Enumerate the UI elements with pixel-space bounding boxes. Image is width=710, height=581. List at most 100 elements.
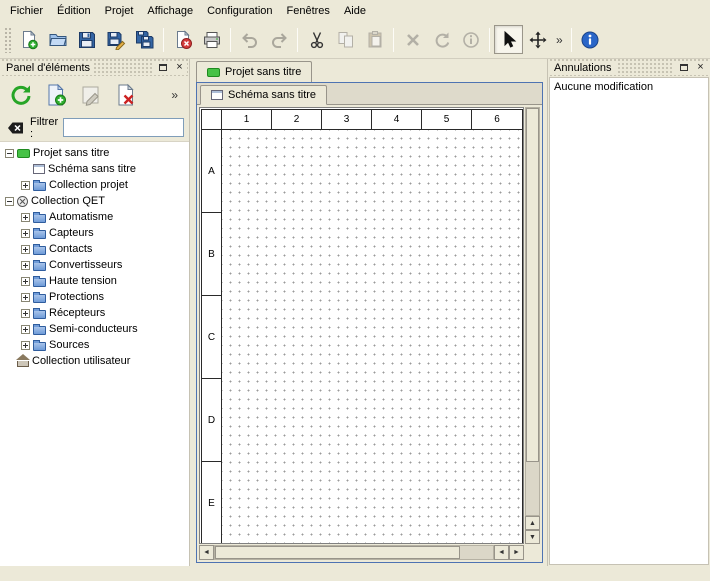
save-as-button[interactable] [101, 25, 130, 54]
filter-input[interactable] [63, 118, 184, 137]
tree-item-protections[interactable]: Protections [0, 289, 189, 305]
horizontal-scrollbar[interactable]: ◄ ◄ ► [199, 545, 524, 560]
expander-plus-icon[interactable] [21, 309, 30, 318]
scroll-down-button[interactable]: ▼ [525, 530, 540, 544]
horizontal-scroll-track[interactable] [214, 545, 494, 560]
toolbar-grip[interactable] [4, 27, 11, 53]
open-file-button[interactable] [43, 25, 72, 54]
close-panel-button[interactable]: × [172, 61, 187, 75]
toolbar-overflow-button[interactable]: » [552, 33, 567, 47]
select-tool-button[interactable] [494, 25, 523, 54]
expander-plus-icon[interactable] [21, 261, 30, 270]
project-tab[interactable]: Projet sans titre [196, 61, 312, 82]
qelectrotech-window: Fichier Édition Projet Affichage Configu… [0, 0, 710, 581]
delete-element-button[interactable] [112, 81, 140, 109]
menu-edition[interactable]: Édition [50, 2, 98, 20]
menu-aide[interactable]: Aide [337, 2, 373, 20]
tree-item-semi-conducteurs[interactable]: Semi-conducteurs [0, 321, 189, 337]
tree-item-schema[interactable]: Schéma sans titre [0, 161, 189, 177]
new-file-button[interactable] [14, 25, 43, 54]
element-panel-overflow-button[interactable]: » [167, 88, 182, 102]
expander-plus-icon[interactable] [21, 277, 30, 286]
new-element-button[interactable] [42, 81, 70, 109]
expander-plus-icon[interactable] [21, 325, 30, 334]
reload-collections-button[interactable] [7, 81, 35, 109]
expander-plus-icon[interactable] [21, 245, 30, 254]
undo-panel-header[interactable]: Annulations × [548, 59, 710, 76]
redo-button [264, 25, 293, 54]
pan-tool-button[interactable] [523, 25, 552, 54]
tree-item-contacts[interactable]: Contacts [0, 241, 189, 257]
tree-item-label: Projet sans titre [33, 147, 109, 159]
expander-plus-icon[interactable] [21, 181, 30, 190]
tree-item-convertisseurs[interactable]: Convertisseurs [0, 257, 189, 273]
close-file-button[interactable] [168, 25, 197, 54]
cut-button[interactable] [302, 25, 331, 54]
save-as-icon [106, 30, 126, 50]
project-icon [17, 149, 30, 158]
folder-icon [33, 246, 46, 255]
close-panel-button[interactable]: × [693, 61, 708, 75]
tree-item-project[interactable]: Projet sans titre [0, 145, 189, 161]
horizontal-scroll-thumb[interactable] [215, 546, 460, 559]
tree-item-automatisme[interactable]: Automatisme [0, 209, 189, 225]
expander-plus-icon[interactable] [21, 341, 30, 350]
menu-bar: Fichier Édition Projet Affichage Configu… [0, 0, 710, 21]
diagram-paper[interactable]: 1 2 3 4 5 6 A B C [201, 109, 523, 544]
menu-affichage[interactable]: Affichage [140, 2, 200, 20]
tree-item-recepteurs[interactable]: Récepteurs [0, 305, 189, 321]
diagram-canvas[interactable]: 1 2 3 4 5 6 A B C [199, 107, 524, 544]
vertical-scroll-thumb[interactable] [526, 108, 539, 462]
menu-fichier[interactable]: Fichier [3, 2, 50, 20]
expander-minus-icon[interactable] [5, 197, 14, 206]
column-header: 2 [272, 110, 322, 129]
expander-plus-icon[interactable] [21, 293, 30, 302]
row-header: B [202, 213, 221, 296]
menu-fenetres[interactable]: Fenêtres [280, 2, 337, 20]
toolbar-separator [297, 28, 298, 52]
undo-history-list[interactable]: Aucune modification [549, 77, 709, 565]
scroll-right-button[interactable]: ► [509, 545, 524, 560]
menu-configuration[interactable]: Configuration [200, 2, 279, 20]
home-icon [17, 361, 29, 367]
about-button[interactable] [576, 25, 605, 54]
scroll-left-button[interactable]: ◄ [199, 545, 214, 560]
move-arrows-icon [528, 30, 548, 50]
expander-plus-icon[interactable] [21, 229, 30, 238]
scroll-left-button-2[interactable]: ◄ [494, 545, 509, 560]
vertical-scrollbar[interactable]: ▲ ▼ [525, 107, 540, 544]
tree-item-collection-projet[interactable]: Collection projet [0, 177, 189, 193]
row-header-column: A B C D E [202, 130, 222, 544]
tree-item-haute-tension[interactable]: Haute tension [0, 273, 189, 289]
select-arrow-icon [499, 30, 519, 50]
tree-item-label: Automatisme [49, 211, 113, 223]
expander-minus-icon[interactable] [5, 149, 14, 158]
schema-tab[interactable]: Schéma sans titre [200, 85, 327, 105]
undo-panel-title: Annulations [550, 62, 616, 74]
save-all-button[interactable] [130, 25, 159, 54]
tree-item-label: Convertisseurs [49, 259, 122, 271]
conductor-info-button [456, 25, 485, 54]
element-panel-header[interactable]: Panel d'éléments × [0, 59, 189, 76]
menu-projet[interactable]: Projet [98, 2, 141, 20]
tree-item-sources[interactable]: Sources [0, 337, 189, 353]
edit-element-button [77, 81, 105, 109]
print-button[interactable] [197, 25, 226, 54]
dot-grid[interactable] [222, 130, 522, 544]
save-button[interactable] [72, 25, 101, 54]
float-panel-button[interactable] [155, 61, 170, 75]
vertical-scroll-track[interactable] [525, 107, 540, 516]
print-icon [202, 30, 222, 50]
reload-icon [9, 83, 33, 107]
tree-item-collection-qet[interactable]: Collection QET [0, 193, 189, 209]
expander-plus-icon[interactable] [21, 213, 30, 222]
tree-item-capteurs[interactable]: Capteurs [0, 225, 189, 241]
tree-item-collection-utilisateur[interactable]: Collection utilisateur [0, 353, 189, 369]
float-panel-button[interactable] [676, 61, 691, 75]
schema-tab-icon [211, 90, 223, 100]
scroll-up-button[interactable]: ▲ [525, 516, 540, 530]
tree-item-label: Récepteurs [49, 307, 105, 319]
new-element-icon [44, 83, 68, 107]
column-header: 6 [472, 110, 522, 129]
clear-filter-button[interactable] [5, 120, 25, 136]
